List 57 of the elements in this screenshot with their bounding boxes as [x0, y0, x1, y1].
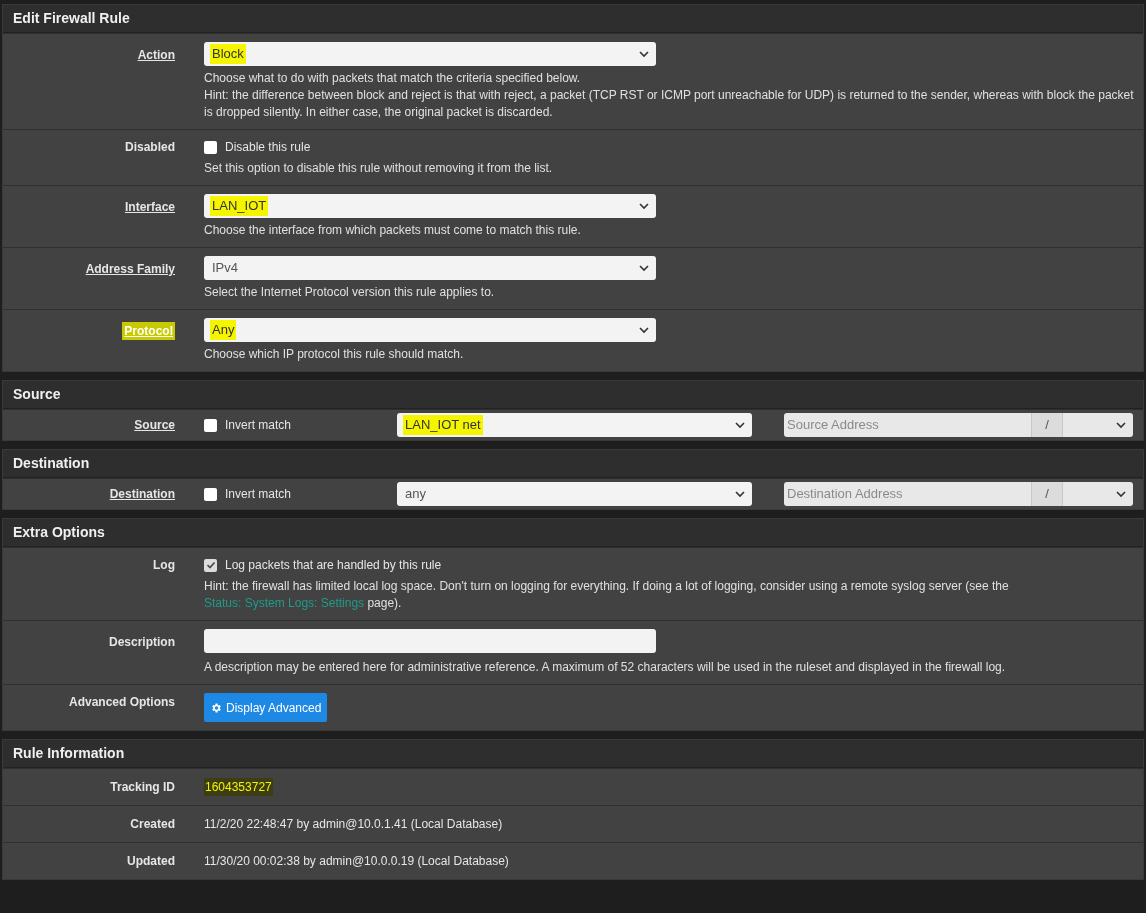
info-value: 11/2/20 22:48:47 by admin@10.0.1.41 (Local Database) — [204, 816, 503, 833]
help-text: Hint: the firewall has limited local log space. Don't turn on logging for everything. If doing a lot of logging, consider using a remote syslog server (see the Status: System Logs: Settings page). — [204, 578, 1010, 612]
field-label[interactable]: Action — [137, 46, 175, 64]
field-label: Created — [130, 816, 175, 833]
chevron-down-icon — [1115, 419, 1127, 431]
field-label[interactable]: Destination — [109, 485, 175, 503]
panel-header: Rule Information — [3, 740, 1143, 768]
address-field[interactable]: Destination Address — [784, 482, 1031, 506]
help-text: Set this option to disable this rule without removing it from the list. — [204, 160, 554, 177]
dropdown-select[interactable]: IPv4 — [204, 256, 656, 280]
address-field[interactable]: Source Address — [784, 413, 1031, 437]
field-label: Description — [109, 634, 175, 651]
help-text: Choose which IP protocol this rule should match. — [204, 346, 465, 363]
field-label: Tracking ID — [110, 779, 175, 796]
dropdown-select[interactable]: LAN_IOT — [204, 194, 656, 218]
description-field[interactable] — [204, 629, 656, 653]
checkbox-label[interactable]: Invert match — [225, 485, 292, 503]
help-text: Choose the interface from which packets must come to match this rule. — [204, 222, 582, 239]
help-text: Choose what to do with packets that match the criteria specified below. — [204, 70, 582, 87]
chevron-down-icon — [638, 262, 650, 274]
field-label[interactable]: Source — [134, 416, 175, 434]
separator-label: / — [1031, 413, 1063, 437]
panel-header: Edit Firewall Rule — [3, 5, 1143, 33]
gear-icon — [210, 701, 222, 714]
display-advanced-button[interactable]: Display Advanced — [204, 693, 328, 722]
checkbox-label[interactable]: Invert match — [225, 416, 292, 434]
panel-header: Destination — [3, 450, 1143, 478]
checkbox[interactable] — [204, 487, 217, 501]
chevron-down-icon — [638, 48, 650, 60]
chevron-down-icon — [734, 419, 746, 431]
dropdown-select[interactable]: any — [397, 482, 752, 506]
field-label[interactable]: Interface — [124, 198, 175, 216]
dropdown-select[interactable]: LAN_IOT net — [397, 413, 752, 437]
panel-header: Extra Options — [3, 519, 1143, 547]
info-value: 1604353727 — [204, 778, 273, 796]
chevron-down-icon — [734, 488, 746, 500]
field-label: Disabled — [125, 139, 175, 156]
dropdown-select[interactable]: Block — [204, 42, 656, 66]
info-value: 11/30/20 00:02:38 by admin@10.0.0.19 (Local Database) — [204, 853, 509, 870]
field-label[interactable]: Address Family — [85, 260, 175, 278]
checkbox[interactable] — [204, 140, 217, 154]
help-text: Hint: the difference between block and reject is that with reject, a packet (TCP RST or ICMP port unreachable for UDP) is returned to the sender, whereas with block the packet is dropped silently. In either case, the original packet is discarded. — [204, 87, 1135, 121]
chevron-down-icon — [1115, 488, 1127, 500]
panel-header: Source — [3, 381, 1143, 409]
field-label: Advanced Options — [69, 694, 175, 711]
checkbox[interactable] — [204, 418, 217, 432]
help-text: Select the Internet Protocol version this rule applies to. — [204, 284, 496, 301]
chevron-down-icon — [638, 200, 650, 212]
checkbox-label[interactable]: Disable this rule — [225, 138, 311, 156]
field-label: Log — [153, 557, 175, 574]
chevron-down-icon — [638, 324, 650, 336]
separator-label: / — [1031, 482, 1063, 506]
dropdown-select[interactable]: Any — [204, 318, 656, 342]
checkbox[interactable] — [204, 558, 217, 572]
checkbox-label[interactable]: Log packets that are handled by this rule — [225, 556, 442, 574]
help-text: A description may be entered here for administrative reference. A maximum of 52 characters will be used in the ruleset and displayed in the firewall log. — [204, 659, 1007, 676]
field-label: Updated — [127, 853, 175, 870]
